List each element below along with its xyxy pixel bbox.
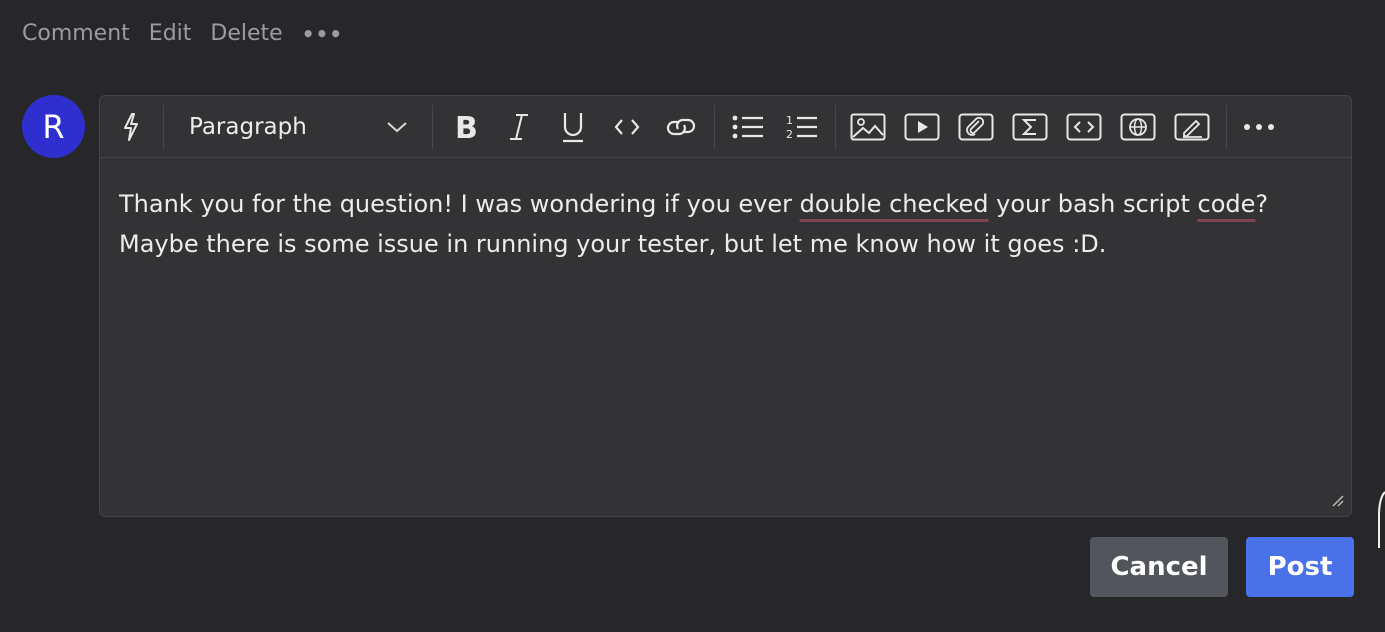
- link-icon[interactable]: [663, 107, 699, 147]
- web-embed-icon[interactable]: [1119, 107, 1157, 147]
- edge-decoration: [1378, 491, 1385, 548]
- text-segment: ?: [1255, 190, 1269, 218]
- lightning-icon[interactable]: [116, 107, 146, 147]
- toolbar-divider: [163, 105, 164, 149]
- svg-text:B: B: [455, 112, 478, 142]
- resize-handle-icon[interactable]: [1331, 493, 1345, 512]
- spellcheck-word: code: [1197, 190, 1256, 218]
- comment-link[interactable]: Comment: [22, 18, 130, 50]
- block-type-select[interactable]: Paragraph: [176, 107, 416, 147]
- text-segment: Thank you for the question! I was wonder…: [119, 190, 800, 218]
- editor-content[interactable]: Thank you for the question! I was wonder…: [119, 184, 1339, 264]
- svg-text:2: 2: [786, 128, 793, 141]
- underline-icon[interactable]: [556, 107, 590, 147]
- bullet-list-icon[interactable]: [730, 107, 766, 147]
- toolbar-divider: [432, 105, 433, 149]
- math-icon[interactable]: [1011, 107, 1049, 147]
- bold-icon[interactable]: B: [448, 107, 482, 147]
- text-segment: your bash script: [988, 190, 1198, 218]
- comment-actions: Comment Edit Delete •••: [22, 18, 343, 50]
- comment-editor: Paragraph B 1 2 Thank you for the questi…: [99, 95, 1352, 517]
- avatar-letter: R: [42, 107, 65, 146]
- content-line-2: Maybe there is some issue in running you…: [119, 230, 1107, 258]
- video-icon[interactable]: [903, 107, 941, 147]
- editor-toolbar: Paragraph B 1 2: [100, 96, 1351, 158]
- spellcheck-word: double checked: [799, 190, 989, 218]
- post-button[interactable]: Post: [1246, 537, 1354, 597]
- edit-link[interactable]: Edit: [149, 18, 192, 50]
- image-icon[interactable]: [849, 107, 887, 147]
- embed-code-icon[interactable]: [1065, 107, 1103, 147]
- numbered-list-icon[interactable]: 12: [784, 107, 820, 147]
- chevron-down-icon: [386, 120, 416, 134]
- block-type-label: Paragraph: [189, 114, 307, 140]
- cancel-button[interactable]: Cancel: [1090, 537, 1228, 597]
- attachment-icon[interactable]: [957, 107, 995, 147]
- inline-code-icon[interactable]: [610, 107, 644, 147]
- delete-link[interactable]: Delete: [210, 18, 282, 50]
- avatar: R: [22, 95, 85, 158]
- svg-text:1: 1: [786, 114, 793, 127]
- toolbar-divider: [835, 105, 836, 149]
- toolbar-divider: [1226, 105, 1227, 149]
- more-actions-button[interactable]: •••: [302, 18, 343, 50]
- toolbar-divider: [714, 105, 715, 149]
- more-icon[interactable]: [1240, 107, 1278, 147]
- content-line-1: Thank you for the question! I was wonder…: [119, 184, 1339, 224]
- draw-icon[interactable]: [1173, 107, 1211, 147]
- italic-icon[interactable]: [502, 107, 536, 147]
